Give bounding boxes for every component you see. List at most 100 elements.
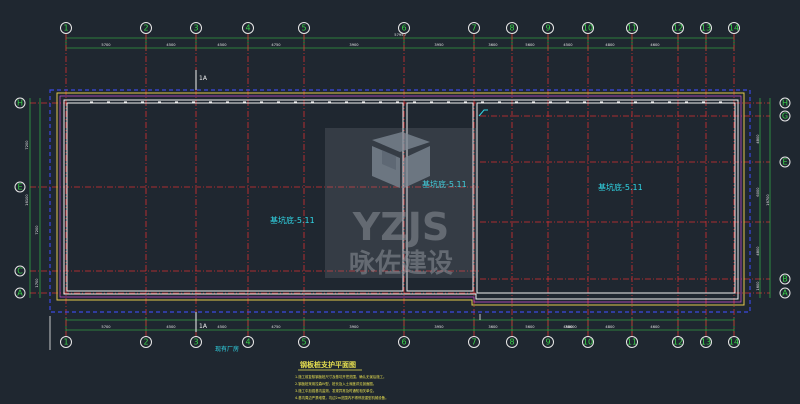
- svg-text:1: 1: [63, 24, 68, 33]
- section-mark-top: 1A: [195, 70, 208, 90]
- span-dimension-9: 4500: [563, 43, 573, 47]
- axis-bubble-left-E: E: [14, 181, 26, 193]
- svg-text:13: 13: [701, 24, 711, 33]
- svg-text:6: 6: [401, 24, 406, 33]
- span-dimension-8: 5600: [525, 325, 535, 329]
- span-dimension-6: 3950: [434, 325, 444, 329]
- span-dimension-7: 3600: [488, 43, 498, 47]
- axis-bubble-5: 5: [298, 336, 310, 348]
- axis-bubbles-bottom: 1 2 3 4 5 6 7 8 9 10 11 12 13 14: [60, 336, 740, 348]
- axis-bubbles-right: H G E B A: [779, 97, 791, 299]
- pit-level-right: 基坑底-5.11: [598, 182, 643, 192]
- axis-bubble-left-H: H: [14, 97, 26, 109]
- axis-bubble-12: 12: [672, 336, 684, 348]
- corner-marker: [478, 109, 488, 117]
- watermark-brand: YZJS: [352, 205, 450, 249]
- bottom-span-dimensions: 5700 4500 4500 4750 3900 3950 3600 5600 4500 4800…: [65, 317, 735, 333]
- axis-bubble-right-B: B: [779, 273, 791, 285]
- span-dimension-10: 4800: [605, 325, 615, 329]
- axis-bubble-5: 5: [298, 22, 310, 34]
- axis-bubbles-left: H E C A: [14, 97, 26, 299]
- site-boundary-line: [49, 314, 481, 350]
- note-2: 2.钢板桩采用拉森IV型，桩长及入土深度详见剖面图。: [295, 381, 376, 386]
- top-span-dimensions: 5700 4500 4500 4750 3900 3950 3600 5600 4500 4800…: [65, 35, 735, 51]
- axis-bubble-9: 9: [542, 336, 554, 348]
- svg-text:8: 8: [509, 338, 514, 347]
- axis-bubble-7: 7: [468, 336, 480, 348]
- svg-text:9: 9: [545, 338, 550, 347]
- right-span-3: 4800: [756, 246, 760, 256]
- axis-bubbles-top: 1 2 3 4 5 6 7 8 9 10 11 12 13 14: [60, 22, 740, 34]
- span-dimension-9: 4500: [563, 325, 573, 329]
- right-span-2: 6000: [756, 187, 760, 197]
- axis-bubble-1: 1: [60, 336, 72, 348]
- svg-text:8: 8: [509, 24, 514, 33]
- left-dimension-chain: 7200 7200 1700 16100: [25, 98, 41, 298]
- existing-building-label: 现有厂房: [215, 345, 239, 353]
- span-dimension-11: 4600: [650, 43, 660, 47]
- axis-bubble-6: 6: [398, 22, 410, 34]
- axis-bubble-13: 13: [700, 22, 712, 34]
- svg-text:G: G: [782, 112, 788, 121]
- svg-text:10: 10: [583, 338, 593, 347]
- svg-text:B: B: [782, 275, 788, 284]
- right-span-1: 4800: [756, 134, 760, 144]
- span-dimension-4: 4750: [271, 43, 281, 47]
- right-span-4: 1600: [756, 281, 760, 291]
- axis-bubble-2: 2: [140, 22, 152, 34]
- axis-bubble-11: 11: [626, 336, 638, 348]
- axis-bubble-14: 14: [728, 336, 740, 348]
- svg-text:3: 3: [193, 24, 198, 33]
- axis-bubble-10: 10: [582, 336, 594, 348]
- span-dimension-6: 3950: [434, 43, 444, 47]
- axis-bubble-8: 8: [506, 336, 518, 348]
- svg-text:E: E: [782, 158, 787, 167]
- axis-bubble-3: 3: [190, 22, 202, 34]
- pit-level-left: 基坑底-5.11: [270, 215, 315, 225]
- axis-bubble-right-G: G: [779, 110, 791, 122]
- svg-text:1: 1: [63, 338, 68, 347]
- svg-text:3: 3: [193, 338, 198, 347]
- svg-text:E: E: [17, 183, 22, 192]
- axis-bubble-7: 7: [468, 22, 480, 34]
- svg-text:10: 10: [583, 24, 593, 33]
- note-1: 1.施工前复核钢板桩尺寸及基坑开挖范围，确认无误后施工。: [295, 374, 386, 379]
- svg-text:11: 11: [627, 24, 637, 33]
- right-dimension-chain: 4800 6000 4800 1600 16700: [756, 98, 771, 298]
- span-dimension-7: 3600: [488, 325, 498, 329]
- svg-text:7: 7: [471, 338, 476, 347]
- span-dimension-10: 4800: [605, 43, 615, 47]
- svg-text:6: 6: [401, 338, 406, 347]
- axis-bubble-9: 9: [542, 22, 554, 34]
- drawing-title: 钢板桩支护平面图: [300, 360, 356, 369]
- axis-bubble-right-H: H: [779, 97, 791, 109]
- svg-text:12: 12: [673, 338, 683, 347]
- svg-text:1A: 1A: [199, 75, 208, 82]
- axis-bubble-4: 4: [242, 22, 254, 34]
- left-total: 16100: [25, 194, 29, 206]
- right-total: 16700: [766, 194, 770, 206]
- span-dimension-3: 4500: [217, 325, 227, 329]
- note-3: 3.施工中加强基坑监测，发现异常及时通知相关单位。: [295, 388, 376, 393]
- axis-bubble-left-C: C: [14, 265, 26, 277]
- svg-text:9: 9: [545, 24, 550, 33]
- span-dimension-11: 4600: [650, 325, 660, 329]
- left-span-3: 1700: [35, 278, 39, 288]
- span-dimension-8: 5600: [525, 43, 535, 47]
- axis-bubble-right-E: E: [779, 156, 791, 168]
- note-4: 4.基坑周边严禁堆载，坑边2m范围内不得停放重型机械设备。: [295, 395, 388, 400]
- svg-text:7: 7: [471, 24, 476, 33]
- svg-text:13: 13: [701, 338, 711, 347]
- svg-text:2: 2: [143, 24, 148, 33]
- svg-text:4: 4: [245, 24, 250, 33]
- svg-text:14: 14: [729, 24, 739, 33]
- span-dimension-2: 4500: [166, 43, 176, 47]
- axis-bubble-8: 8: [506, 22, 518, 34]
- svg-text:11: 11: [627, 338, 637, 347]
- section-mark-bottom: 1A: [195, 312, 208, 332]
- span-dimension-5: 3900: [349, 325, 359, 329]
- axis-bubble-14: 14: [728, 22, 740, 34]
- span-dimension-3: 4500: [217, 43, 227, 47]
- axis-bubble-2: 2: [140, 336, 152, 348]
- svg-text:4: 4: [245, 338, 250, 347]
